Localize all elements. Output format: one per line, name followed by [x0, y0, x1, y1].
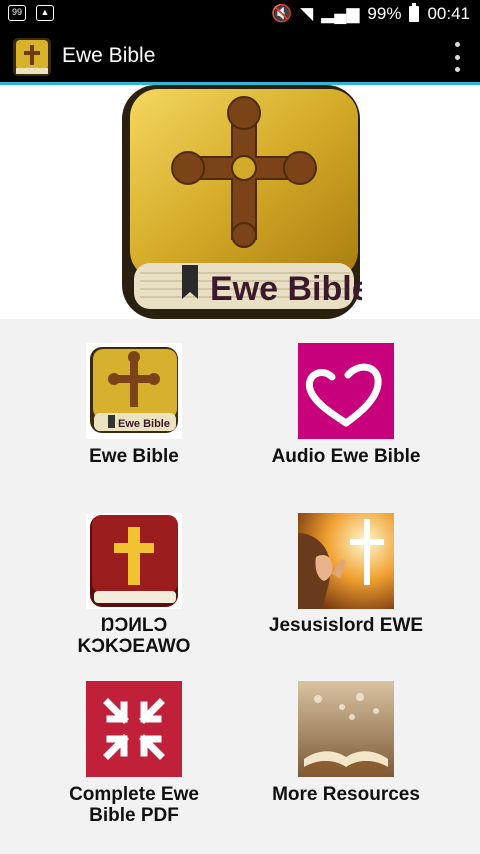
- tile-red-bible[interactable]: ŊϽИLϽ KϽKϽEAWO: [24, 513, 244, 663]
- arrows-inward-icon: [86, 681, 182, 777]
- tile-label: Audio Ewe Bible: [271, 446, 421, 467]
- open-book-image: [298, 681, 394, 777]
- tile-more-resources[interactable]: More Resources: [236, 681, 456, 811]
- wifi-icon: ◥: [300, 4, 314, 23]
- overflow-menu-icon[interactable]: [452, 42, 462, 72]
- ewe-bible-book-icon: Ewe Bible: [86, 343, 182, 439]
- app-logo-icon[interactable]: [12, 37, 52, 77]
- tile-label: ŊϽИLϽ KϽKϽEAWO: [77, 615, 191, 657]
- banner: Ewe Bible: [0, 85, 480, 319]
- battery-text: 99%: [367, 4, 402, 23]
- banner-book-label: Ewe Bible: [210, 270, 362, 308]
- image-icon: ▲: [36, 5, 54, 21]
- status-left: 99 ▲: [8, 5, 54, 21]
- tile-label: Complete Ewe Bible PDF: [69, 784, 199, 826]
- tile-ewe-bible[interactable]: Ewe Bible Ewe Bible: [24, 343, 244, 473]
- praying-woman-cross-image: [298, 513, 394, 609]
- svg-text:Ewe Bible: Ewe Bible: [118, 418, 170, 430]
- clock: 00:41: [427, 4, 470, 23]
- heart-icon: [298, 343, 394, 439]
- app-title: Ewe Bible: [62, 44, 156, 67]
- status-bar: 99 ▲ 🔇 ◥ ▂▄▆ 99% 00:41: [0, 0, 480, 28]
- tile-label: Jesusislord EWE: [268, 615, 424, 636]
- tile-complete-ewe-bible-pdf[interactable]: Complete Ewe Bible PDF: [24, 681, 244, 831]
- bible-cover-image: Ewe Bible: [122, 85, 362, 319]
- tile-jesusislord-ewe[interactable]: Jesusislord EWE: [236, 513, 456, 643]
- signal-icon: ▂▄▆: [321, 4, 360, 23]
- tile-label: More Resources: [272, 784, 420, 805]
- tile-audio-ewe-bible[interactable]: Audio Ewe Bible: [236, 343, 456, 473]
- mute-icon: 🔇: [270, 4, 293, 23]
- status-right: 🔇 ◥ ▂▄▆ 99% 00:41: [270, 3, 470, 24]
- battery-icon: [409, 3, 420, 22]
- tile-label: Ewe Bible: [89, 446, 179, 467]
- red-bible-icon: [86, 513, 182, 609]
- notification-icon: 99: [8, 5, 26, 21]
